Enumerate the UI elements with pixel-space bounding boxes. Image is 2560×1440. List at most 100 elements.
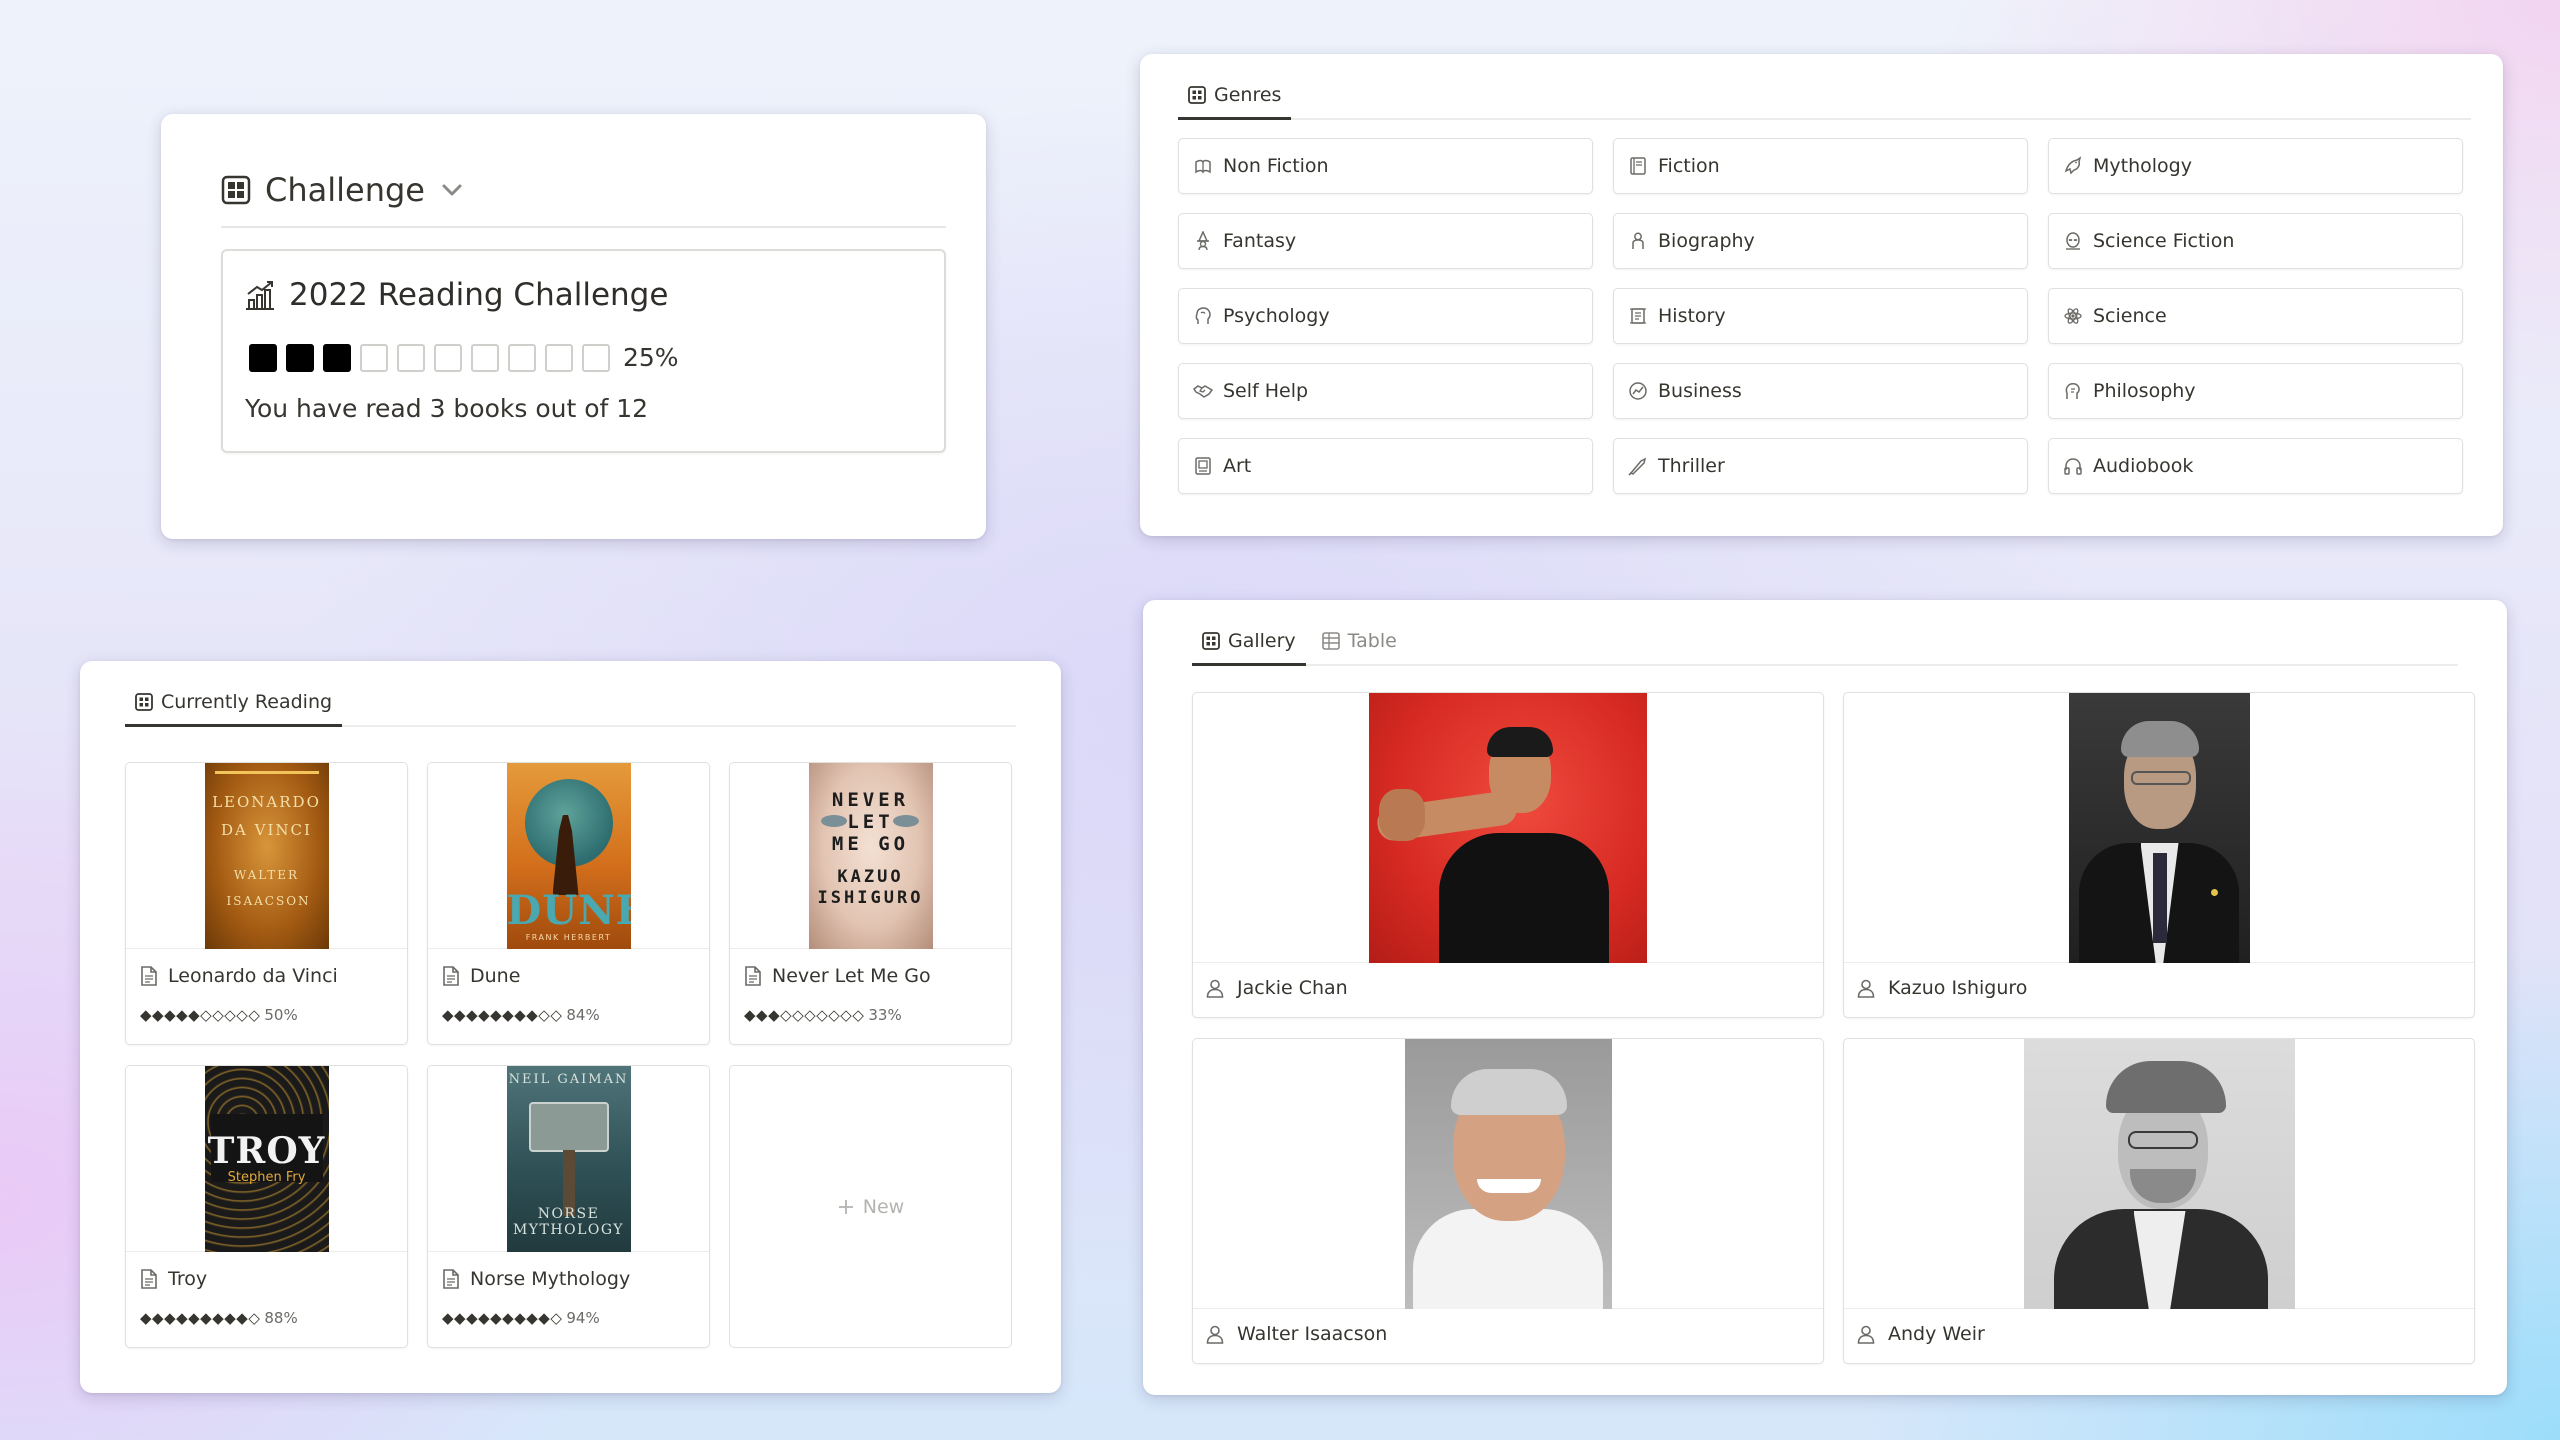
scroll-icon xyxy=(1628,306,1648,326)
challenge-percent: 25% xyxy=(623,343,679,372)
progress-square-empty xyxy=(360,343,388,372)
book-title: Norse Mythology xyxy=(470,1268,631,1290)
person-photo xyxy=(1404,1039,1612,1309)
book-progress-percent: 33% xyxy=(868,1006,902,1024)
genre-button-thriller[interactable]: Thriller xyxy=(1613,438,2028,494)
person-icon xyxy=(1856,1324,1876,1344)
genre-label: Biography xyxy=(1658,230,1755,252)
book-card[interactable]: LEONARDO DA VINCI WALTER ISAACSON Leonar… xyxy=(125,762,408,1045)
new-book-button[interactable]: New xyxy=(729,1065,1012,1348)
challenge-progress-bar: 25% xyxy=(249,343,679,372)
person-name: Jackie Chan xyxy=(1237,977,1348,999)
reading-tabbar: Currently Reading xyxy=(125,661,1016,727)
person-icon xyxy=(1205,1324,1225,1344)
cover-author: NEIL GAIMAN xyxy=(508,1072,629,1087)
genre-label: Business xyxy=(1658,380,1742,402)
tab-table[interactable]: Table xyxy=(1312,630,1407,664)
alien-icon xyxy=(2063,231,2083,251)
book-cover: LEONARDO DA VINCI WALTER ISAACSON xyxy=(204,763,329,949)
tab-gallery[interactable]: Gallery xyxy=(1192,630,1306,666)
genre-button-self-help[interactable]: Self Help xyxy=(1178,363,1593,419)
progress-square-filled xyxy=(249,343,277,372)
palette-icon xyxy=(1193,456,1213,476)
genre-label: Non Fiction xyxy=(1223,155,1329,177)
genre-button-art[interactable]: Art xyxy=(1178,438,1593,494)
person-name: Kazuo Ishiguro xyxy=(1888,977,2028,999)
book-progress: ◆◆◆◆◆◆◆◆◆◇ 94% xyxy=(442,1309,600,1327)
gallery-view-icon xyxy=(1202,632,1220,650)
genre-button-science[interactable]: Science xyxy=(2048,288,2463,344)
progress-square-empty xyxy=(471,343,499,372)
genre-label: Science Fiction xyxy=(2093,230,2235,252)
genre-button-non-fiction[interactable]: Non Fiction xyxy=(1178,138,1593,194)
page-icon xyxy=(442,1269,460,1289)
new-book-label: New xyxy=(862,1195,905,1218)
progress-square-empty xyxy=(434,343,462,372)
book-card[interactable]: NEIL GAIMAN NORSE MYTHOLOGY Norse Mythol… xyxy=(427,1065,710,1348)
tab-genres[interactable]: Genres xyxy=(1178,84,1292,120)
people-gallery-card: Gallery Table Jackie Chan Kazuo Ishiguro… xyxy=(1143,600,2507,1395)
cover-title-line: NEVER xyxy=(831,789,910,811)
cover-author: FRANK HERBERT xyxy=(525,933,612,942)
book-card[interactable]: TROY Stephen Fry Troy ◆◆◆◆◆◆◆◆◆◇ 88% xyxy=(125,1065,408,1348)
genre-button-fiction[interactable]: Fiction xyxy=(1613,138,2028,194)
genre-label: Art xyxy=(1223,455,1252,477)
tab-gallery-label: Gallery xyxy=(1228,630,1296,652)
book-progress-diamonds: ◆◆◆◇◇◇◇◇◇◇ xyxy=(744,1006,865,1024)
genre-label: Fiction xyxy=(1658,155,1720,177)
person-card[interactable]: Jackie Chan xyxy=(1192,692,1824,1018)
tab-currently-reading[interactable]: Currently Reading xyxy=(125,691,343,727)
progress-square-filled xyxy=(323,343,351,372)
person-card[interactable]: Andy Weir xyxy=(1843,1038,2475,1364)
person-card[interactable]: Walter Isaacson xyxy=(1192,1038,1824,1364)
book-card[interactable]: NEVER LET ME GO KAZUO ISHIGURO Never Let… xyxy=(729,762,1012,1045)
cover-title-line: DA VINCI xyxy=(221,821,312,839)
headphones-icon xyxy=(2063,456,2083,476)
genres-grid: Non Fiction Fiction Mythology Fantasy Biogra… xyxy=(1178,138,2463,494)
person-icon xyxy=(1856,978,1876,998)
genre-button-audiobook[interactable]: Audiobook xyxy=(2048,438,2463,494)
cover-title-line: LEONARDO xyxy=(212,793,321,811)
book-card[interactable]: DUNE FRANK HERBERT Dune ◆◆◆◆◆◆◆◆◇◇84% xyxy=(427,762,710,1045)
tab-genres-label: Genres xyxy=(1214,84,1282,106)
genre-button-philosophy[interactable]: Philosophy xyxy=(2048,363,2463,419)
book-progress-diamonds: ◆◆◆◆◆◇◇◇◇◇ xyxy=(140,1006,261,1024)
page-icon xyxy=(744,966,762,986)
plus-icon xyxy=(837,1198,855,1216)
genre-button-psychology[interactable]: Psychology xyxy=(1178,288,1593,344)
person-photo xyxy=(2068,693,2250,963)
book-progress: ◆◆◆◆◆◇◇◇◇◇ 50% xyxy=(140,1006,298,1024)
genre-button-business[interactable]: Business xyxy=(1613,363,2028,419)
book-cover: NEIL GAIMAN NORSE MYTHOLOGY xyxy=(506,1066,631,1252)
challenge-view-header[interactable]: Challenge xyxy=(221,154,946,228)
genre-button-history[interactable]: History xyxy=(1613,288,2028,344)
genre-label: Audiobook xyxy=(2093,455,2194,477)
book-title: Dune xyxy=(470,965,521,987)
genre-button-fantasy[interactable]: Fantasy xyxy=(1178,213,1593,269)
genre-button-mythology[interactable]: Mythology xyxy=(2048,138,2463,194)
cover-title-line: NORSE xyxy=(537,1206,600,1222)
progress-square-empty xyxy=(508,343,536,372)
progress-square-filled xyxy=(286,343,314,372)
chevron-down-icon[interactable] xyxy=(439,177,465,203)
book-progress-percent: 84% xyxy=(566,1006,600,1024)
cover-title-line: DUNE xyxy=(506,887,631,934)
head-icon xyxy=(1193,306,1213,326)
person-card[interactable]: Kazuo Ishiguro xyxy=(1843,692,2475,1018)
thinker-icon xyxy=(2063,381,2083,401)
reading-challenge-item[interactable]: 2022 Reading Challenge 25% You have read… xyxy=(221,249,946,453)
person-photo xyxy=(1369,693,1647,963)
books-grid: LEONARDO DA VINCI WALTER ISAACSON Leonar… xyxy=(125,762,1012,1348)
book-title: Never Let Me Go xyxy=(772,965,931,987)
person-icon xyxy=(1205,978,1225,998)
book-title: Troy xyxy=(168,1268,208,1290)
growth-chart-icon xyxy=(243,278,277,312)
currently-reading-card: Currently Reading LEONARDO DA VINCI WALT… xyxy=(80,661,1061,1393)
atom-icon xyxy=(2063,306,2083,326)
book-progress-percent: 94% xyxy=(566,1309,600,1327)
book-progress-diamonds: ◆◆◆◆◆◆◆◆◇◇ xyxy=(442,1006,563,1024)
book-progress-percent: 88% xyxy=(264,1309,298,1327)
genre-button-science-fiction[interactable]: Science Fiction xyxy=(2048,213,2463,269)
tab-currently-reading-label: Currently Reading xyxy=(161,691,333,713)
genre-button-biography[interactable]: Biography xyxy=(1613,213,2028,269)
